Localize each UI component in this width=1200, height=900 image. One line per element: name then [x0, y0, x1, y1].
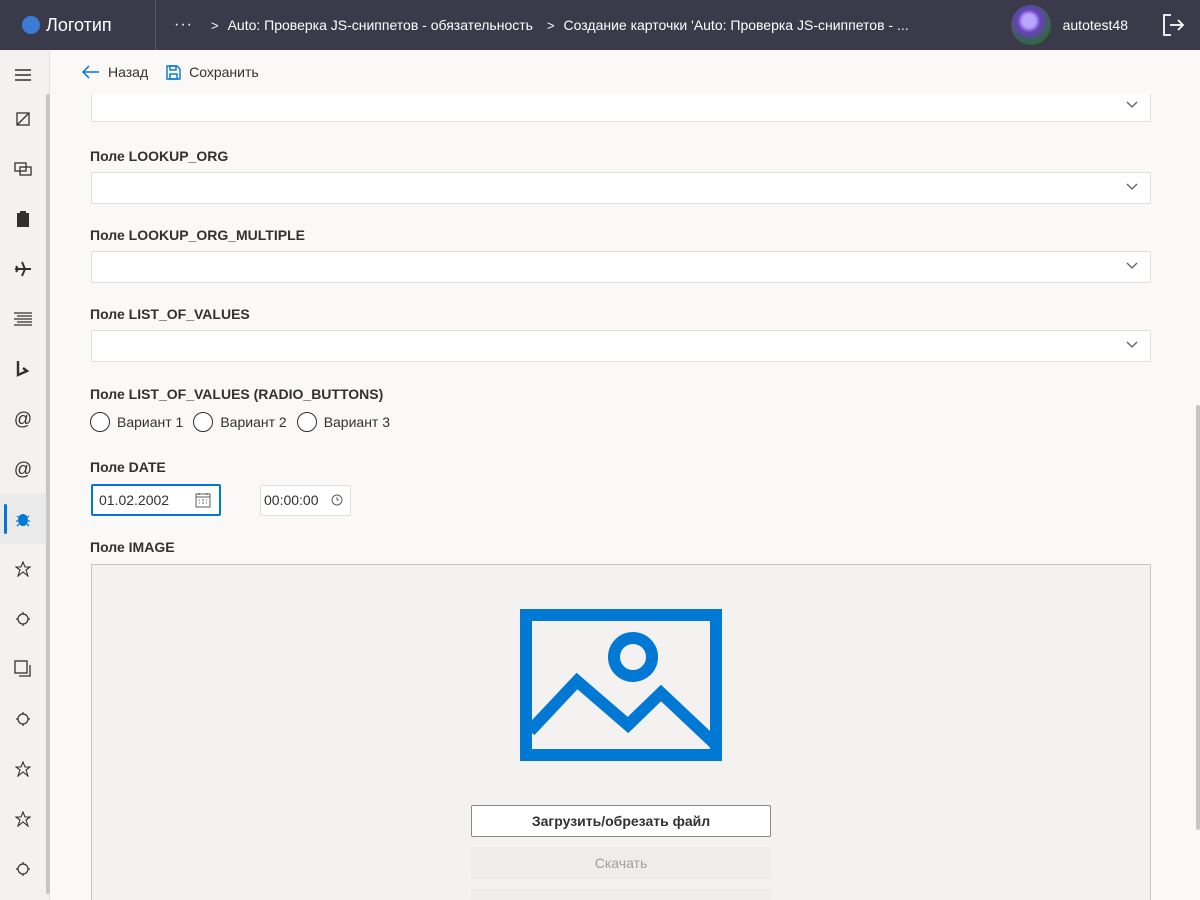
label-lookup-org: Поле LOOKUP_ORG: [90, 148, 229, 164]
bing-icon[interactable]: [0, 344, 46, 394]
radio-label: Вариант 2: [220, 414, 287, 430]
star-icon-2[interactable]: [0, 744, 46, 794]
calendar-icon[interactable]: [195, 492, 211, 508]
copy-icon[interactable]: [0, 644, 46, 694]
airplane-icon[interactable]: [0, 244, 46, 294]
radio-circle: [90, 412, 110, 432]
save-icon: [166, 64, 181, 80]
save-button[interactable]: Сохранить: [166, 64, 259, 80]
dropdown-lookup-org-multiple[interactable]: [91, 251, 1151, 283]
chevron-down-icon: [1126, 341, 1138, 348]
disabled-button: [471, 889, 771, 900]
chevron-right-icon: >: [546, 17, 555, 33]
command-bar: Назад Сохранить: [50, 50, 1200, 94]
main-scrollbar[interactable]: [1196, 405, 1200, 830]
avatar: [1010, 5, 1051, 45]
star-icon[interactable]: [0, 544, 46, 594]
user-menu[interactable]: autotest48: [1010, 5, 1128, 45]
sidebar: @ @: [0, 50, 50, 900]
dropdown-lookup-org[interactable]: [91, 172, 1151, 204]
radio-option-2[interactable]: Вариант 2: [193, 412, 287, 432]
radio-circle: [296, 412, 317, 432]
bug-icon[interactable]: [0, 494, 46, 544]
label-image: Поле IMAGE: [90, 539, 175, 555]
chevron-down-icon: [1126, 183, 1138, 190]
star-icon-3[interactable]: [0, 794, 46, 844]
more-button[interactable]: ···: [174, 16, 193, 34]
label-date: Поле DATE: [90, 459, 166, 475]
logout-icon[interactable]: [1160, 12, 1186, 38]
label-list-of-values: Поле LIST_OF_VALUES: [90, 306, 250, 322]
breadcrumb-label: Создание карточки 'Auto: Проверка JS-сни…: [563, 17, 909, 33]
time-value: 00:00:00: [264, 492, 319, 508]
label-list-of-values-radio: Поле LIST_OF_VALUES (RADIO_BUTTONS): [90, 386, 384, 402]
image-placeholder-icon: [520, 609, 722, 761]
gear-icon[interactable]: [0, 594, 46, 644]
logo-dot-icon: [22, 16, 40, 34]
list-icon[interactable]: [0, 294, 46, 344]
radio-circle: [193, 412, 214, 432]
top-bar: Логотип ··· > Auto: Проверка JS-сниппето…: [0, 0, 1200, 50]
label-lookup-org-multiple: Поле LOOKUP_ORG_MULTIPLE: [90, 227, 305, 243]
date-value: 01.02.2002: [99, 492, 170, 508]
radio-group: Вариант 1 Вариант 2 Вариант 3: [90, 412, 400, 432]
upload-crop-button[interactable]: Загрузить/обрезать файл: [471, 805, 771, 837]
username: autotest48: [1062, 17, 1128, 33]
at-icon[interactable]: @: [0, 394, 46, 444]
arrow-left-icon: [82, 65, 99, 79]
chevron-down-icon: [1126, 101, 1138, 108]
back-button[interactable]: Назад: [82, 64, 148, 80]
at-icon-2[interactable]: @: [0, 444, 46, 494]
breadcrumb-item-2[interactable]: > Создание карточки 'Auto: Проверка JS-с…: [533, 17, 909, 33]
document-icon[interactable]: [0, 94, 46, 144]
image-upload-area: Загрузить/обрезать файл Скачать: [91, 564, 1151, 900]
dropdown-previous-field[interactable]: [91, 94, 1151, 122]
gear-icon-2[interactable]: [0, 694, 46, 744]
radio-option-1[interactable]: Вариант 1: [90, 412, 183, 432]
time-input[interactable]: 00:00:00: [260, 485, 351, 516]
breadcrumb-label: Auto: Проверка JS-сниппетов - обязательн…: [227, 17, 533, 33]
clock-icon[interactable]: [331, 494, 343, 506]
chat-icon[interactable]: [0, 144, 46, 194]
gear-icon-3[interactable]: [0, 844, 46, 894]
back-label: Назад: [108, 64, 149, 80]
logo-text: Логотип: [46, 14, 112, 35]
clipboard-icon[interactable]: [0, 194, 46, 244]
form-content: Поле LOOKUP_ORG Поле LOOKUP_ORG_MULTIPLE…: [50, 94, 1190, 900]
dropdown-list-of-values[interactable]: [91, 330, 1151, 362]
download-button: Скачать: [471, 847, 771, 879]
menu-icon[interactable]: [0, 50, 46, 100]
radio-label: Вариант 3: [323, 414, 391, 430]
breadcrumb-item-1[interactable]: > Auto: Проверка JS-сниппетов - обязател…: [197, 17, 533, 33]
radio-option-3[interactable]: Вариант 3: [296, 412, 391, 432]
radio-label: Вариант 1: [117, 414, 184, 430]
chevron-right-icon: >: [210, 17, 219, 33]
save-label: Сохранить: [189, 64, 259, 80]
date-input[interactable]: 01.02.2002: [91, 484, 221, 516]
chevron-down-icon: [1126, 262, 1138, 269]
logo[interactable]: Логотип: [0, 0, 156, 50]
